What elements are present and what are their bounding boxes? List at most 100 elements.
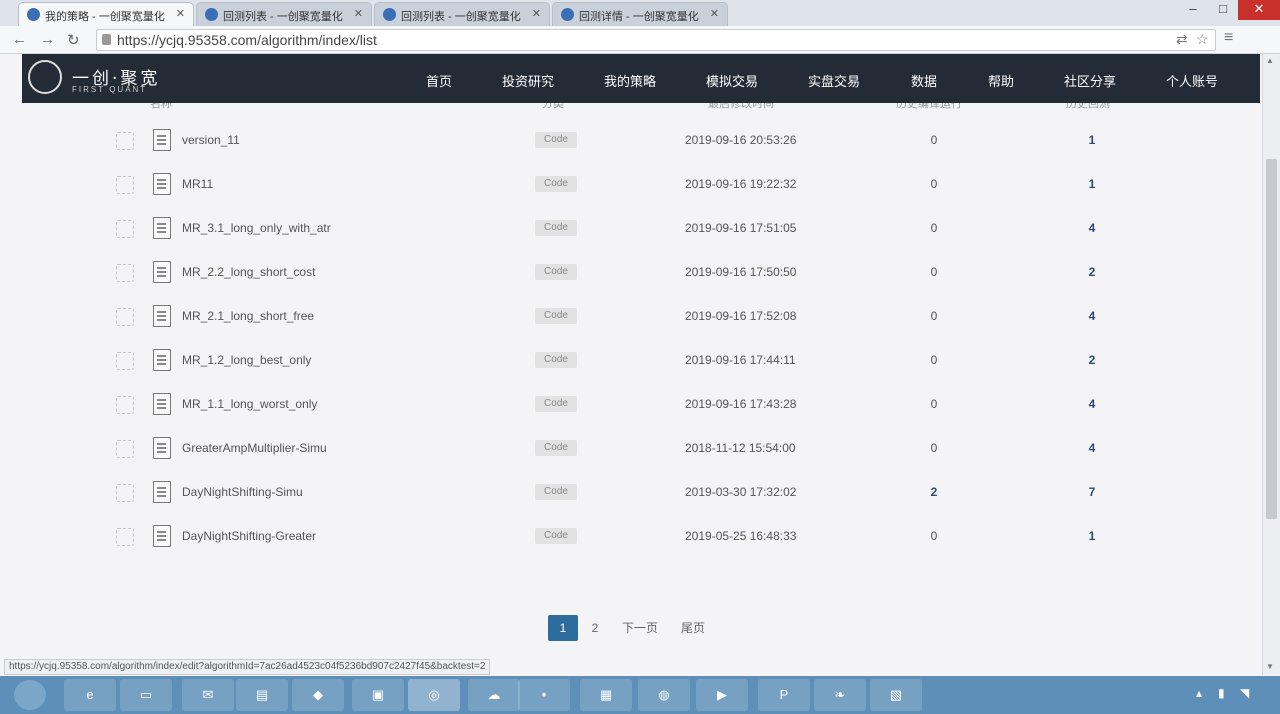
page-scrollbar[interactable]: ▲ ▼ [1262,54,1280,675]
header-category[interactable]: 分类 [542,103,564,111]
network-icon[interactable]: ▮ [1218,686,1225,700]
header-modified[interactable]: 最后修改时间 [708,103,774,111]
remote-icon[interactable]: ▧ [870,679,922,711]
row-checkbox[interactable] [116,484,134,502]
live-icon[interactable]: ▶ [696,679,748,711]
editor-icon[interactable]: ▣ [352,679,404,711]
row-checkbox[interactable] [116,132,134,150]
chrome-icon[interactable]: ◎ [408,679,460,711]
nav-account[interactable]: 个人账号 [1166,71,1218,90]
nav-live-trading[interactable]: 实盘交易 [808,71,860,90]
terminal-icon[interactable]: ▭ [120,679,172,711]
close-tab-icon[interactable]: ✕ [532,7,541,20]
back-icon[interactable]: ← [12,31,27,48]
folder-icon[interactable]: ▤ [236,679,288,711]
minimize-icon[interactable]: – [1178,0,1208,20]
maximize-icon[interactable]: □ [1208,0,1238,20]
backtest-count[interactable]: 7 [1086,485,1098,499]
strategy-name[interactable]: MR11 [182,177,213,191]
header-runs[interactable]: 历史编译运行 [896,103,962,111]
app-dot-icon[interactable]: • [518,679,570,711]
table-row[interactable]: DayNightShifting-Simu Code 2019-03-30 17… [0,473,1262,517]
close-window-icon[interactable]: ✕ [1238,0,1280,20]
next-page-button[interactable]: 下一页 [620,615,660,641]
header-name[interactable]: 名称 [150,103,172,111]
strategy-name[interactable]: MR_2.2_long_short_cost [182,265,315,279]
forward-icon[interactable]: → [40,31,55,48]
outlook-icon[interactable]: ✉ [182,679,234,711]
backtest-count[interactable]: 2 [1086,353,1098,367]
tray-arrow-icon[interactable]: ▴ [1196,686,1202,700]
reload-icon[interactable]: ↻ [67,31,80,49]
app-leaf-icon[interactable]: ❧ [814,679,866,711]
browser-tab-backtest-detail[interactable]: 回测详情 - 一创聚宽量化 ✕ [552,2,728,26]
header-backtests[interactable]: 历史回测 [1066,103,1110,111]
strategy-name[interactable]: MR_3.1_long_only_with_atr [182,221,331,235]
backtest-count[interactable]: 1 [1086,529,1098,543]
row-checkbox[interactable] [116,352,134,370]
close-tab-icon[interactable]: ✕ [354,7,363,20]
nav-my-strategy[interactable]: 我的策略 [604,71,656,90]
row-checkbox[interactable] [116,440,134,458]
row-checkbox[interactable] [116,396,134,414]
backtest-count[interactable]: 1 [1086,177,1098,191]
url-input[interactable]: https://ycjq.95358.com/algorithm/index/l… [96,29,1216,51]
menu-icon[interactable]: ≡ [1224,29,1233,47]
page-2-button[interactable]: 2 [586,615,604,641]
translate-icon[interactable]: ⇄ [1176,31,1188,48]
close-tab-icon[interactable]: ✕ [710,7,719,20]
table-row[interactable]: MR11 Code 2019-09-16 19:22:32 0 1 [0,165,1262,209]
app-icon[interactable]: ◆ [292,679,344,711]
backtest-count[interactable]: 2 [1086,265,1098,279]
volume-icon[interactable]: ◥ [1240,686,1249,700]
table-row[interactable]: MR_1.1_long_worst_only Code 2019-09-16 1… [0,385,1262,429]
powerpoint-icon[interactable]: P [758,679,810,711]
table-row[interactable]: MR_3.1_long_only_with_atr Code 2019-09-1… [0,209,1262,253]
scroll-down-icon[interactable]: ▼ [1266,662,1274,671]
table-row[interactable]: version_11 Code 2019-09-16 20:53:26 0 1 [0,121,1262,165]
row-checkbox[interactable] [116,176,134,194]
strategy-name[interactable]: MR_2.1_long_short_free [182,309,314,323]
logo-icon[interactable] [28,60,62,94]
ie-icon[interactable]: e [64,679,116,711]
backtest-count[interactable]: 1 [1086,133,1098,147]
nav-data[interactable]: 数据 [911,71,937,90]
wechat-icon[interactable]: ◍ [638,679,690,711]
table-row[interactable]: DayNightShifting-Greater Code 2019-05-25… [0,517,1262,561]
page-1-button[interactable]: 1 [548,615,578,641]
row-checkbox[interactable] [116,220,134,238]
row-checkbox[interactable] [116,528,134,546]
browser-tab-backtest-list-2[interactable]: 回测列表 - 一创聚宽量化 ✕ [374,2,550,26]
backtest-count[interactable]: 4 [1086,309,1098,323]
calculator-icon[interactable]: ▦ [580,679,632,711]
close-tab-icon[interactable]: ✕ [176,7,185,20]
nav-research[interactable]: 投资研究 [502,71,554,90]
table-row[interactable]: MR_1.2_long_best_only Code 2019-09-16 17… [0,341,1262,385]
strategy-name[interactable]: MR_1.1_long_worst_only [182,397,317,411]
browser-tab-my-strategy[interactable]: 我的策略 - 一创聚宽量化 ✕ [18,2,194,26]
strategy-name[interactable]: GreaterAmpMultiplier-Simu [182,441,327,455]
backtest-count[interactable]: 4 [1086,441,1098,455]
table-row[interactable]: GreaterAmpMultiplier-Simu Code 2018-11-1… [0,429,1262,473]
nav-simulated-trading[interactable]: 模拟交易 [706,71,758,90]
last-page-button[interactable]: 尾页 [678,615,708,641]
scroll-up-icon[interactable]: ▲ [1266,56,1274,65]
browser-tab-backtest-list[interactable]: 回测列表 - 一创聚宽量化 ✕ [196,2,372,26]
nav-help[interactable]: 帮助 [988,71,1014,90]
strategy-name[interactable]: DayNightShifting-Simu [182,485,303,499]
row-checkbox[interactable] [116,264,134,282]
start-button[interactable] [14,680,46,710]
cloud-icon[interactable]: ☁ [468,679,520,711]
strategy-name[interactable]: MR_1.2_long_best_only [182,353,311,367]
scroll-thumb[interactable] [1266,159,1277,519]
strategy-name[interactable]: DayNightShifting-Greater [182,529,316,543]
nav-community[interactable]: 社区分享 [1064,71,1116,90]
table-row[interactable]: MR_2.2_long_short_cost Code 2019-09-16 1… [0,253,1262,297]
strategy-name[interactable]: version_11 [182,133,240,147]
run-count[interactable]: 2 [928,485,940,499]
row-checkbox[interactable] [116,308,134,326]
backtest-count[interactable]: 4 [1086,397,1098,411]
table-row[interactable]: MR_2.1_long_short_free Code 2019-09-16 1… [0,297,1262,341]
backtest-count[interactable]: 4 [1086,221,1098,235]
nav-home[interactable]: 首页 [426,71,452,90]
